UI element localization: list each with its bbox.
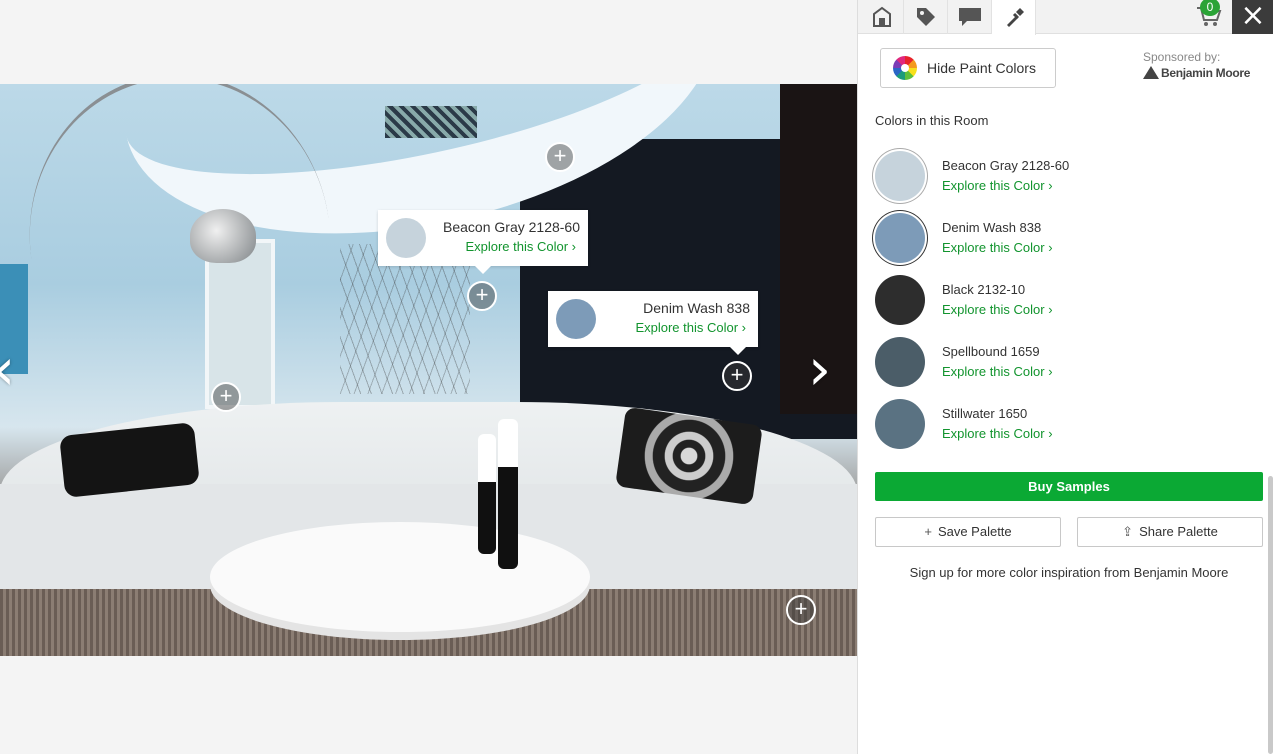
panel-tabs: 0 × — [858, 0, 1273, 35]
color-list-item[interactable]: Denim Wash 838 Explore this Color › — [872, 210, 1252, 266]
photo-viewer: + + + + + Beacon Gray 2128-60 Explore th… — [0, 0, 857, 754]
tooltip-color-name: Denim Wash 838 — [643, 300, 750, 316]
color-name: Stillwater 1650 — [942, 406, 1028, 421]
color-name: Denim Wash 838 — [942, 220, 1042, 235]
color-wheel-icon — [893, 56, 917, 80]
color-name: Black 2132-10 — [942, 282, 1026, 297]
explore-color-link[interactable]: Explore this Color › — [942, 178, 1053, 193]
color-list-item[interactable]: Beacon Gray 2128-60 Explore this Color › — [872, 148, 1252, 204]
comment-icon — [958, 8, 981, 26]
house-icon — [872, 6, 891, 27]
color-name: Spellbound 1659 — [942, 344, 1040, 359]
tag-icon — [916, 8, 935, 26]
previous-arrow-icon[interactable]: ‹ — [0, 340, 28, 400]
sponsor-label: Sponsored by: — [1143, 50, 1221, 64]
explore-color-link[interactable]: Explore this Color › — [942, 426, 1053, 441]
photo-candlestick — [498, 419, 518, 569]
next-arrow-icon[interactable]: › — [808, 340, 844, 400]
hotspot-plus-icon[interactable]: + — [211, 382, 241, 412]
hotspot-plus-icon[interactable]: + — [722, 361, 752, 391]
sponsor-logo[interactable]: Benjamin Moore — [1143, 66, 1250, 80]
color-swatch — [875, 213, 925, 263]
color-list-item[interactable]: Spellbound 1659 Explore this Color › — [872, 334, 1252, 390]
color-list-item[interactable]: Black 2132-10 Explore this Color › — [872, 272, 1252, 328]
close-button[interactable]: × — [1232, 0, 1273, 34]
hide-paint-colors-label: Hide Paint Colors — [927, 60, 1036, 76]
tooltip-color-name: Beacon Gray 2128-60 — [443, 219, 580, 235]
tooltip-explore-link[interactable]: Explore this Color › — [635, 320, 746, 335]
tab-comments[interactable] — [948, 0, 992, 34]
sponsor-brand: Benjamin Moore — [1161, 66, 1251, 80]
explore-color-link[interactable]: Explore this Color › — [942, 364, 1053, 379]
color-swatch — [875, 151, 925, 201]
color-tooltip: Denim Wash 838 Explore this Color › — [548, 291, 758, 355]
color-swatch — [875, 399, 925, 449]
tooltip-swatch — [556, 299, 596, 339]
photo-artwork — [385, 106, 477, 138]
paint-colors-panel: 0 × Hide Paint Colors Sponsored by: Benj… — [857, 0, 1273, 754]
hide-paint-colors-button[interactable]: Hide Paint Colors — [880, 48, 1056, 88]
tooltip-swatch — [386, 218, 426, 258]
hotspot-plus-icon[interactable]: + — [786, 595, 816, 625]
tab-products[interactable] — [904, 0, 948, 34]
color-swatch — [875, 337, 925, 387]
color-name: Beacon Gray 2128-60 — [942, 158, 1070, 173]
share-palette-label: Share Palette — [1139, 524, 1218, 539]
signup-link[interactable]: Sign up for more color inspiration from … — [875, 565, 1263, 580]
tab-paint-colors[interactable] — [992, 0, 1036, 35]
colors-heading: Colors in this Room — [875, 113, 989, 128]
save-palette-button[interactable]: + Save Palette — [875, 517, 1061, 547]
benjamin-moore-logo-icon — [1143, 66, 1159, 79]
plus-icon: + — [924, 524, 932, 539]
explore-color-link[interactable]: Explore this Color › — [942, 240, 1053, 255]
share-icon: ⇪ — [1122, 524, 1134, 539]
color-swatch — [875, 275, 925, 325]
buy-samples-button[interactable]: Buy Samples — [875, 472, 1263, 501]
color-tooltip: Beacon Gray 2128-60 Explore this Color › — [378, 210, 588, 274]
photo-coffee-table — [210, 522, 590, 632]
tooltip-explore-link[interactable]: Explore this Color › — [465, 239, 576, 254]
save-palette-label: Save Palette — [937, 524, 1012, 539]
panel-scrollbar[interactable] — [1268, 476, 1273, 754]
tab-photo-info[interactable] — [860, 0, 904, 34]
explore-color-link[interactable]: Explore this Color › — [942, 302, 1053, 317]
photo-candlestick — [478, 434, 496, 554]
hotspot-plus-icon[interactable]: + — [545, 142, 575, 172]
color-list-item[interactable]: Stillwater 1650 Explore this Color › — [872, 396, 1252, 452]
paint-dropper-icon — [1006, 7, 1024, 27]
photo-branches — [340, 244, 470, 394]
share-palette-button[interactable]: ⇪ Share Palette — [1077, 517, 1263, 547]
photo-lamp — [190, 209, 256, 263]
hotspot-plus-icon[interactable]: + — [467, 281, 497, 311]
